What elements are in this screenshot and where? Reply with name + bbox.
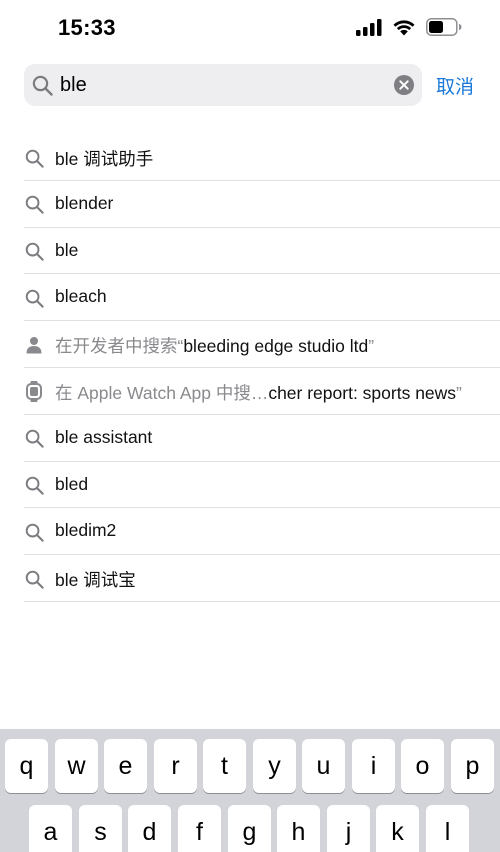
search-icon — [24, 195, 44, 215]
suggestion-query: bleeding edge studio ltd — [183, 336, 369, 357]
key-i[interactable]: i — [352, 739, 395, 793]
suggestion-list: ble 调试助手 blender ble bleach 在开发者中搜索“blee… — [0, 134, 500, 602]
suggestion-label: bled — [55, 473, 89, 494]
cellular-signal-icon — [356, 18, 382, 36]
key-s[interactable]: s — [79, 805, 122, 852]
suggestion-suffix: ” — [368, 336, 375, 357]
suggestion-label: ble 调试助手 — [55, 149, 154, 169]
status-time: 15:33 — [58, 15, 116, 40]
key-h[interactable]: h — [277, 805, 320, 852]
cancel-button[interactable]: 取消 — [436, 72, 474, 99]
clear-search-icon[interactable] — [394, 75, 414, 95]
key-d[interactable]: d — [128, 805, 171, 852]
key-y[interactable]: y — [253, 739, 296, 793]
key-k[interactable]: k — [376, 805, 419, 852]
key-q[interactable]: q — [5, 739, 48, 793]
key-p[interactable]: p — [451, 739, 494, 793]
developer-suggestion-item[interactable]: 在开发者中搜索“bleeding edge studio ltd” — [24, 321, 500, 368]
search-icon — [24, 288, 44, 308]
suggestion-item[interactable]: blender — [24, 181, 500, 228]
key-l[interactable]: l — [426, 805, 469, 852]
search-icon — [24, 476, 44, 496]
key-r[interactable]: r — [154, 739, 197, 793]
suggestion-label: ble — [55, 239, 79, 260]
wifi-icon — [393, 20, 415, 36]
status-icons — [356, 18, 462, 36]
suggestion-suffix: ” — [456, 382, 462, 403]
suggestion-label: ble assistant — [55, 426, 153, 447]
search-row: 取消 — [0, 62, 500, 108]
search-icon — [24, 522, 44, 542]
search-icon — [24, 569, 44, 589]
suggestion-item[interactable]: bled — [24, 462, 500, 509]
watch-app-suggestion-item[interactable]: 在 Apple Watch App 中搜…cher report: sports… — [24, 368, 500, 415]
person-icon — [24, 335, 44, 355]
suggestion-prefix: 在 Apple Watch App 中搜… — [55, 382, 269, 403]
suggestion-label: ble 调试宝 — [55, 570, 136, 591]
search-icon — [24, 429, 44, 449]
suggestion-item[interactable]: ble 调试助手 — [24, 134, 500, 181]
key-a[interactable]: a — [29, 805, 72, 852]
suggestion-prefix: 在开发者中搜索“ — [55, 336, 184, 357]
suggestion-label: 在 Apple Watch App 中搜…cher report: sports… — [55, 380, 462, 405]
search-field[interactable] — [24, 64, 422, 106]
keyboard: q w e r t y u i o p a s d f g h j k l — [0, 729, 500, 852]
key-o[interactable]: o — [401, 739, 444, 793]
key-f[interactable]: f — [178, 805, 221, 852]
keyboard-row-1: q w e r t y u i o p — [0, 739, 500, 793]
suggestion-item[interactable]: bledim2 — [24, 508, 500, 556]
search-icon — [24, 242, 44, 262]
keyboard-row-2: a s d f g h j k l — [0, 805, 500, 852]
suggestion-label: bleach — [55, 286, 107, 307]
suggestion-label: bledim2 — [55, 520, 117, 541]
watch-icon — [24, 381, 44, 403]
key-j[interactable]: j — [327, 805, 370, 852]
suggestion-query: cher report: sports news — [268, 382, 457, 403]
search-input[interactable] — [60, 64, 380, 106]
key-e[interactable]: e — [104, 739, 147, 793]
suggestion-item[interactable]: ble 调试宝 — [24, 555, 500, 602]
suggestion-item[interactable]: ble assistant — [24, 415, 500, 462]
suggestion-item[interactable]: ble — [24, 228, 500, 275]
suggestion-item[interactable]: bleach — [24, 274, 500, 322]
key-g[interactable]: g — [228, 805, 271, 852]
search-icon — [32, 75, 53, 96]
suggestion-label: 在开发者中搜索“bleeding edge studio ltd” — [55, 333, 374, 358]
key-w[interactable]: w — [55, 739, 98, 793]
key-t[interactable]: t — [203, 739, 246, 793]
suggestion-label: blender — [55, 192, 114, 213]
status-bar: 15:33 — [0, 0, 500, 60]
battery-icon — [426, 18, 462, 36]
key-u[interactable]: u — [302, 739, 345, 793]
search-icon — [24, 148, 44, 168]
